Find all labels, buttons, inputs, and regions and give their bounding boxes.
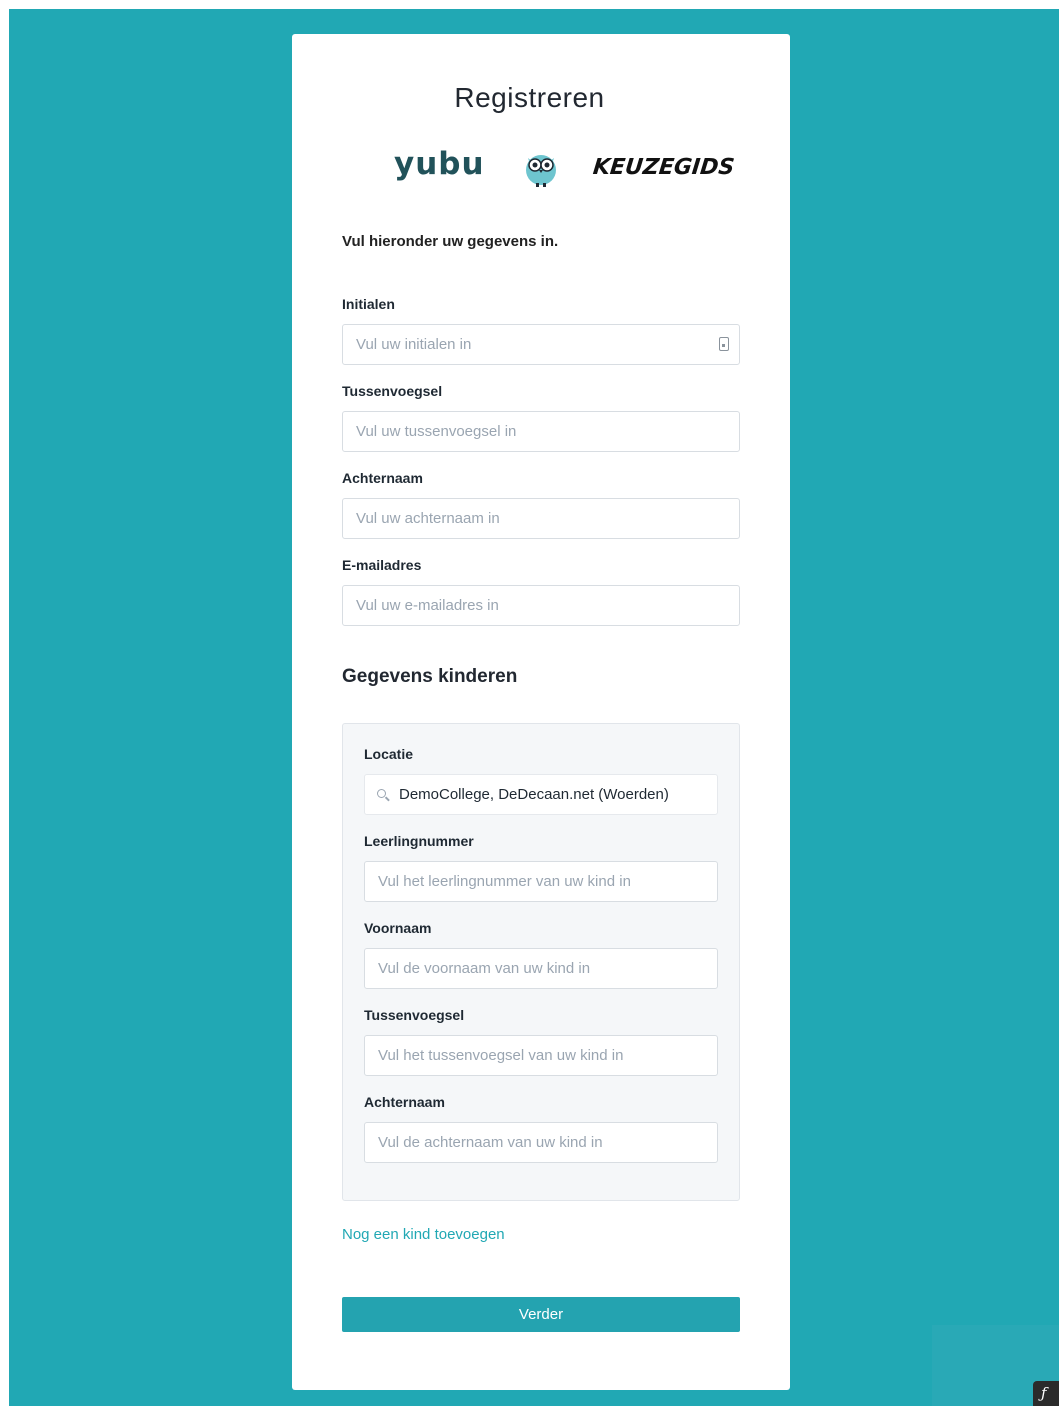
location-search-input[interactable]: DemoCollege, DeDecaan.net (Woerden) [364, 774, 718, 815]
location-label: Locatie [364, 746, 414, 762]
student-number-input[interactable]: Vul het leerlingnummer van uw kind in [364, 861, 718, 902]
page-title: Registreren [454, 82, 605, 113]
infix-label: Tussenvoegsel [342, 383, 443, 399]
child-infix-input[interactable]: Vul het tussenvoegsel van uw kind in [364, 1035, 718, 1076]
location-value: DemoCollege, DeDecaan.net (Woerden) [399, 786, 669, 803]
initials-placeholder: Vul uw initialen in [356, 336, 472, 353]
initials-input[interactable]: Vul uw initialen in [342, 324, 740, 365]
yubu-logo: yubu [394, 146, 485, 182]
child-lastname-label: Achternaam [364, 1094, 445, 1110]
initials-label: Initialen [342, 296, 395, 312]
child-infix-label: Tussenvoegsel [364, 1007, 465, 1023]
email-placeholder: Vul uw e-mailadres in [356, 597, 499, 614]
child-lastname-placeholder: Vul de achternaam van uw kind in [378, 1134, 603, 1151]
email-label: E-mailadres [342, 557, 422, 573]
add-child-link[interactable]: Nog een kind toevoegen [342, 1226, 505, 1243]
children-section-title: Gegevens kinderen [342, 666, 518, 687]
search-icon [377, 789, 386, 798]
lastname-input[interactable]: Vul uw achternaam in [342, 498, 740, 539]
intro-text: Vul hieronder uw gegevens in. [342, 233, 559, 250]
child-firstname-label: Voornaam [364, 920, 432, 936]
child-lastname-input[interactable]: Vul de achternaam van uw kind in [364, 1122, 718, 1163]
owl-logo [526, 155, 556, 187]
infix-placeholder: Vul uw tussenvoegsel in [356, 423, 517, 440]
student-number-label: Leerlingnummer [364, 833, 474, 849]
contact-card-icon[interactable] [719, 337, 729, 351]
keuzegids-logo: KEUZEGIDS [591, 155, 736, 180]
corner-badge-icon[interactable]: ƒ [1033, 1381, 1059, 1406]
email-input[interactable]: Vul uw e-mailadres in [342, 585, 740, 626]
submit-button[interactable]: Verder [342, 1297, 740, 1332]
child-infix-placeholder: Vul het tussenvoegsel van uw kind in [378, 1047, 624, 1064]
child-firstname-placeholder: Vul de voornaam van uw kind in [378, 960, 591, 977]
lastname-placeholder: Vul uw achternaam in [356, 510, 500, 527]
student-number-placeholder: Vul het leerlingnummer van uw kind in [378, 873, 631, 890]
lastname-label: Achternaam [342, 470, 423, 486]
child-firstname-input[interactable]: Vul de voornaam van uw kind in [364, 948, 718, 989]
infix-input[interactable]: Vul uw tussenvoegsel in [342, 411, 740, 452]
